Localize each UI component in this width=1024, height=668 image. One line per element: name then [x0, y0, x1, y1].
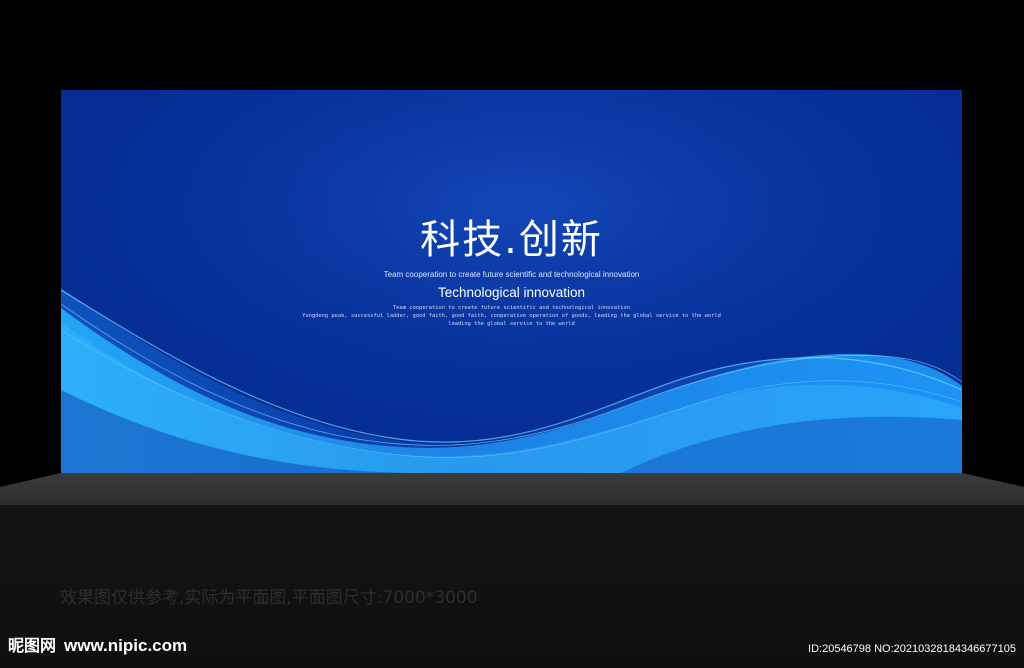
- reference-caption: 效果图仅供参考,实际为平面图,平面图尺寸:7000*3000: [60, 588, 478, 608]
- small-text-line-3: leading the global service to the world: [448, 321, 575, 327]
- watermark-brand: 昵图网: [8, 636, 57, 655]
- watermark-logo: 昵图网 www.nipic.com: [8, 636, 187, 656]
- page: 科技.创新 Team cooperation to create future …: [0, 0, 1024, 668]
- watermark-url: www.nipic.com: [64, 636, 188, 655]
- image-id-label: ID:20546798 NO:20210328184346677105: [808, 643, 1016, 655]
- tagline: Technological innovation: [437, 285, 586, 300]
- wave-graphic: [61, 90, 962, 473]
- headline-title: 科技.创新: [420, 217, 603, 263]
- backdrop-panel: 科技.创新 Team cooperation to create future …: [61, 90, 962, 473]
- headline-subtitle: Team cooperation to create future scient…: [383, 270, 640, 279]
- small-text-line-2: Yongdeng peak, successful ladder, good f…: [302, 313, 721, 319]
- small-text-line-1: Team cooperation to create future scient…: [393, 305, 630, 311]
- stage-top-surface: [0, 473, 1024, 505]
